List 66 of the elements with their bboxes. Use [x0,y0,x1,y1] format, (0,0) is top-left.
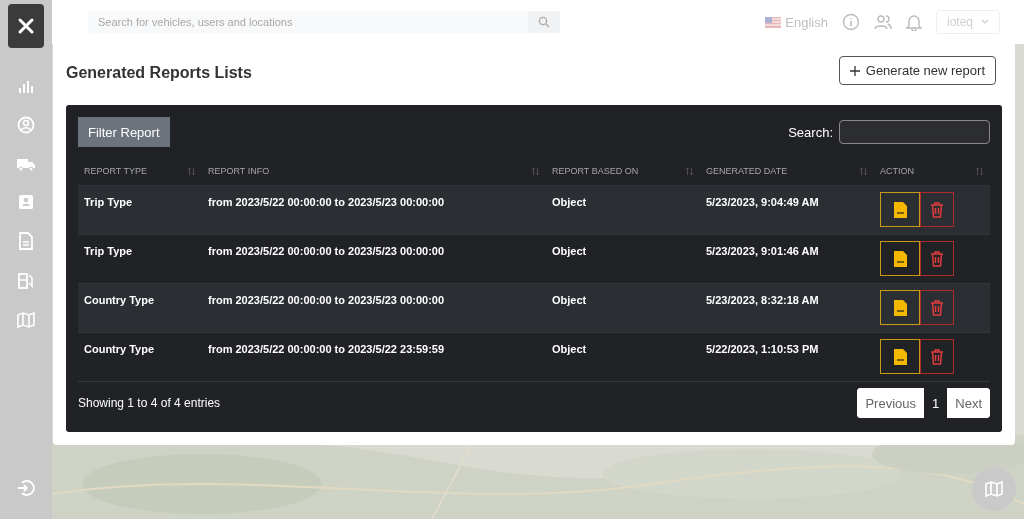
column-header[interactable]: ACTION [880,166,914,176]
users-icon[interactable] [873,13,892,31]
table-cell: 5/23/2023, 8:32:18 AM [706,294,819,306]
sort-icon[interactable] [187,166,196,176]
table-search-field[interactable] [839,120,990,144]
table-cell: Country Type [84,294,155,306]
document-icon[interactable] [18,232,34,250]
flag-icon [765,16,782,28]
search-field[interactable]: Search for vehicles, users and locations [88,11,528,33]
trash-icon [930,201,944,218]
pdf-button[interactable] [880,241,920,276]
trash-icon [930,348,944,365]
table-cell: 5/23/2023, 9:01:46 AM [706,245,819,257]
table-cell: from 2023/5/22 00:00:00 to 2023/5/23 00:00:00 [208,196,445,208]
delete-button[interactable] [920,241,954,276]
chevron-down-icon [981,19,989,25]
table-cell: from 2023/5/22 00:00:00 to 2023/5/22 23:59:59 [208,343,445,355]
generate-report-button[interactable]: Generate new report [838,56,996,85]
trash-icon [930,299,944,316]
table-cell: Country Type [84,343,155,355]
table-cell: Object [552,196,587,208]
bell-icon[interactable] [905,13,922,31]
sort-icon[interactable] [975,166,984,176]
table-cell: Object [552,245,587,257]
table-cell: Object [552,294,587,306]
pdf-file-icon [893,299,907,316]
table-cell: Trip Type [84,196,133,208]
table-cell: from 2023/5/22 00:00:00 to 2023/5/23 00:00:00 [208,245,445,257]
column-header[interactable]: REPORT TYPE [84,166,148,176]
entries-info: Showing 1 to 4 of 4 entries [78,396,221,410]
page-title: Generated Reports Lists [66,64,252,82]
search-label: Search: [788,124,833,140]
close-icon [17,17,35,35]
filter-report-button[interactable]: Filter Report [78,117,170,147]
table-cell: 5/23/2023, 9:04:49 AM [706,196,819,208]
user-circle-icon[interactable] [17,116,35,134]
fuel-pump-icon[interactable] [17,272,35,290]
plus-icon [849,65,860,76]
map-icon[interactable] [17,312,35,328]
pagination-button[interactable]: 1 [924,388,948,418]
pdf-button[interactable] [880,192,920,227]
column-header[interactable]: REPORT INFO [208,166,270,176]
close-button[interactable] [8,4,44,48]
contact-card-icon[interactable] [18,194,34,210]
search-icon[interactable] [538,16,550,28]
pdf-file-icon [893,201,907,218]
bar-chart-icon[interactable] [18,78,34,94]
pdf-file-icon [893,348,907,365]
sort-icon[interactable] [531,166,540,176]
table-cell: Trip Type [84,245,133,257]
truck-icon[interactable] [16,156,36,172]
sort-icon[interactable] [859,166,868,176]
pdf-file-icon [893,250,907,267]
info-icon[interactable] [841,13,860,31]
table-cell: 5/22/2023, 1:10:53 PM [706,343,819,355]
table-cell: Object [552,343,587,355]
map-icon [985,480,1003,498]
pdf-button[interactable] [880,290,920,325]
trash-icon [930,250,944,267]
table-cell: from 2023/5/22 00:00:00 to 2023/5/23 00:00:00 [208,294,445,306]
column-header[interactable]: GENERATED DATE [706,166,788,176]
delete-button[interactable] [920,339,954,374]
sort-icon[interactable] [685,166,694,176]
logout-icon[interactable] [17,479,35,497]
column-header[interactable]: REPORT BASED ON [552,166,639,176]
pdf-button[interactable] [880,339,920,374]
